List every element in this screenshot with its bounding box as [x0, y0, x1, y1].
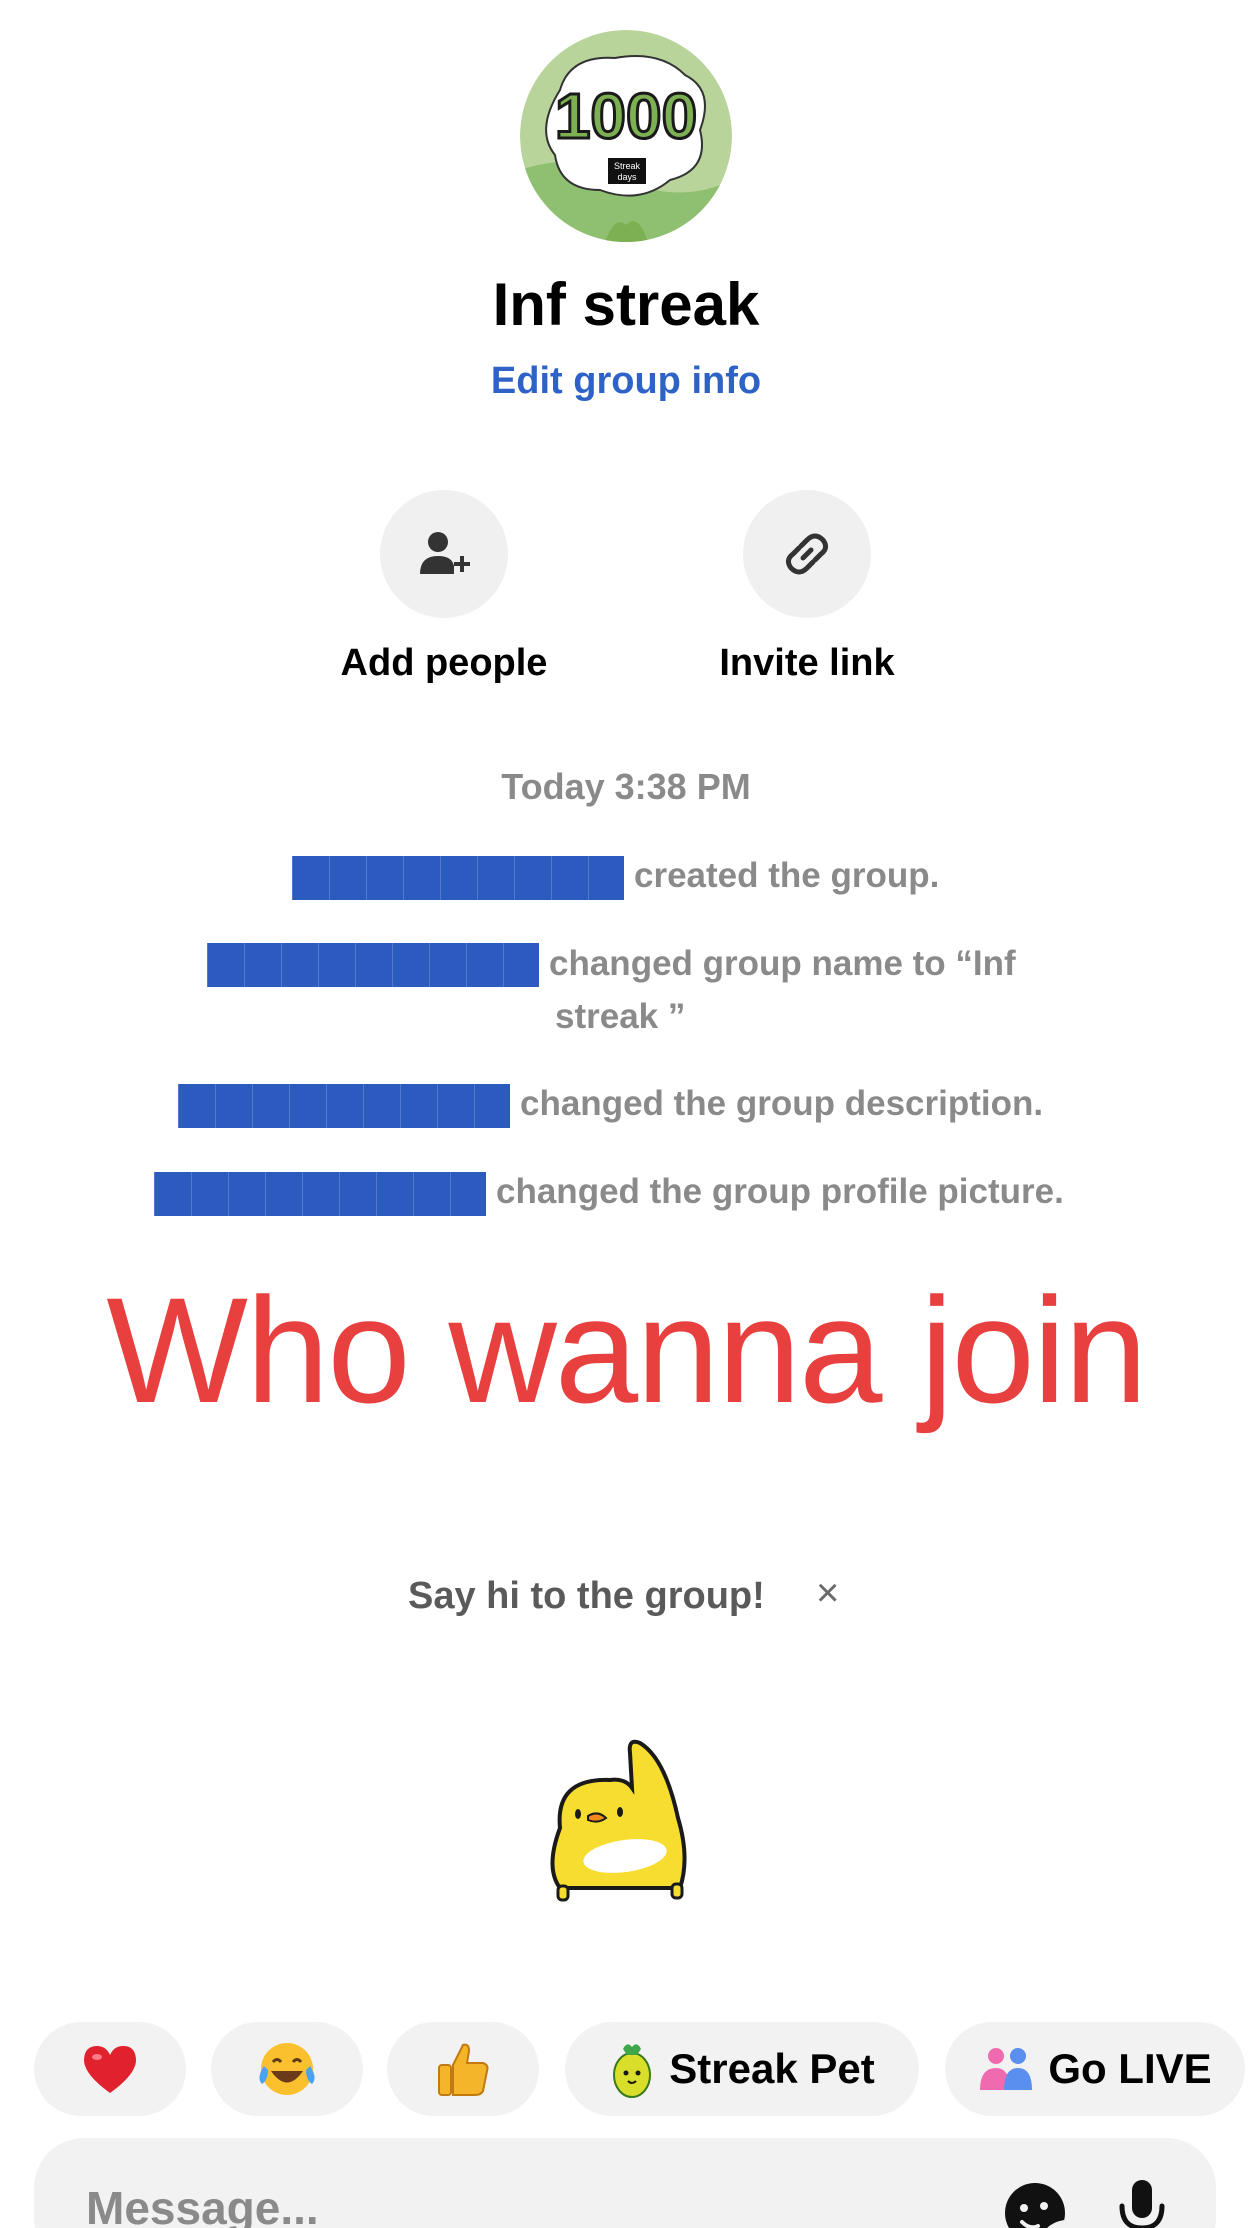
add-person-icon	[420, 532, 470, 574]
event-created: created the group.	[634, 856, 940, 895]
go-live-label: Go LIVE	[1048, 2045, 1212, 2092]
yellow-bird-sticker-icon	[550, 1739, 687, 1902]
link-icon	[785, 533, 829, 575]
streak-pet-icon	[613, 2044, 652, 2098]
people-icon	[980, 2048, 1033, 2090]
invite-link-circle[interactable]	[743, 490, 871, 618]
redacted-name	[154, 1172, 486, 1216]
microphone-icon[interactable]	[1114, 2176, 1170, 2228]
event-renamed-line2: streak ”	[555, 997, 686, 1036]
add-people-circle[interactable]	[380, 490, 508, 618]
invite-link-button[interactable]: Invite link	[667, 490, 947, 685]
redacted-name	[207, 943, 539, 987]
tears-of-joy-emoji-icon	[259, 2043, 315, 2095]
svg-text:days: days	[617, 172, 637, 182]
group-name: Inf streak	[492, 271, 760, 338]
event-renamed-line1: changed group name to “Inf	[549, 944, 1016, 983]
add-people-button[interactable]: Add people	[304, 490, 584, 685]
svg-text:Streak: Streak	[614, 161, 641, 171]
quick-heart-button[interactable]	[34, 2022, 186, 2116]
streak-badge-image: 1000 Streak days	[520, 30, 732, 242]
edit-group-info-link[interactable]: Edit group info	[0, 360, 1252, 403]
group-avatar[interactable]: 1000 Streak days	[520, 30, 732, 242]
heart-emoji-icon	[84, 2046, 136, 2093]
timestamp: Today 3:38 PM	[501, 766, 751, 807]
avatar-number: 1000	[555, 80, 697, 152]
streak-pet-label: Streak Pet	[669, 2045, 875, 2092]
add-people-label: Add people	[340, 642, 548, 684]
wave-sticker[interactable]	[540, 1738, 710, 1918]
group-chat-screen: 1000 Streak days Inf streak Edit group i…	[0, 0, 1252, 2228]
dismiss-prompt-button[interactable]: ×	[816, 1571, 839, 1616]
sticker-icon[interactable]	[1002, 2180, 1068, 2228]
event-description: changed the group description.	[520, 1084, 1044, 1123]
message-input[interactable]	[86, 2178, 966, 2228]
go-live-button[interactable]: Go LIVE	[945, 2022, 1245, 2116]
event-picture: changed the group profile picture.	[496, 1172, 1064, 1211]
thumbs-up-emoji-icon	[438, 2043, 489, 2096]
say-hi-prompt: Say hi to the group!	[408, 1575, 765, 1617]
redacted-name	[292, 856, 624, 900]
invite-link-label: Invite link	[719, 642, 895, 684]
message-composer	[34, 2138, 1216, 2228]
overlay-caption: Who wanna join	[106, 1266, 1147, 1434]
quick-thumbs-up-button[interactable]	[387, 2022, 539, 2116]
quick-laugh-button[interactable]	[211, 2022, 363, 2116]
streak-pet-button[interactable]: Streak Pet	[565, 2022, 919, 2116]
redacted-name	[178, 1084, 510, 1128]
